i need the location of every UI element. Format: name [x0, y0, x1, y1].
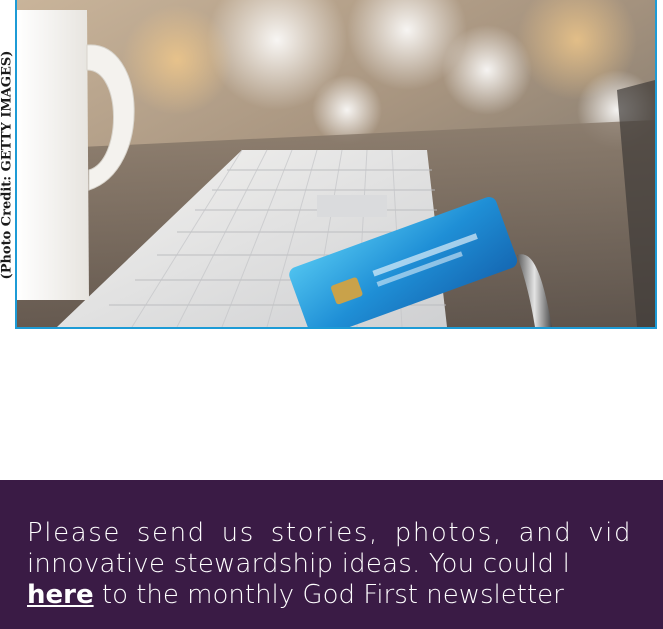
subscribe-here-link[interactable]: here — [27, 580, 94, 610]
photo-credit: (Photo Credit: GETTY IMAGES) — [0, 0, 14, 330]
banner-text: Please send us stories, photos, and vid … — [27, 518, 663, 611]
page: (Photo Credit: GETTY IMAGES) Please send… — [0, 0, 663, 629]
newsletter-banner: Please send us stories, photos, and vid … — [0, 480, 663, 629]
keyboard-credit-card-image — [17, 0, 655, 327]
banner-line-1: Please send us stories, photos, and vid — [27, 518, 633, 548]
banner-line-3: here to the monthly God First newsletter — [27, 580, 663, 611]
banner-line-3-rest: to the monthly God First newsletter — [93, 580, 564, 610]
banner-line-2: innovative stewardship ideas. You could … — [27, 549, 571, 579]
photo-credit-text: (Photo Credit: GETTY IMAGES) — [0, 50, 14, 280]
hero-photo — [15, 0, 657, 329]
